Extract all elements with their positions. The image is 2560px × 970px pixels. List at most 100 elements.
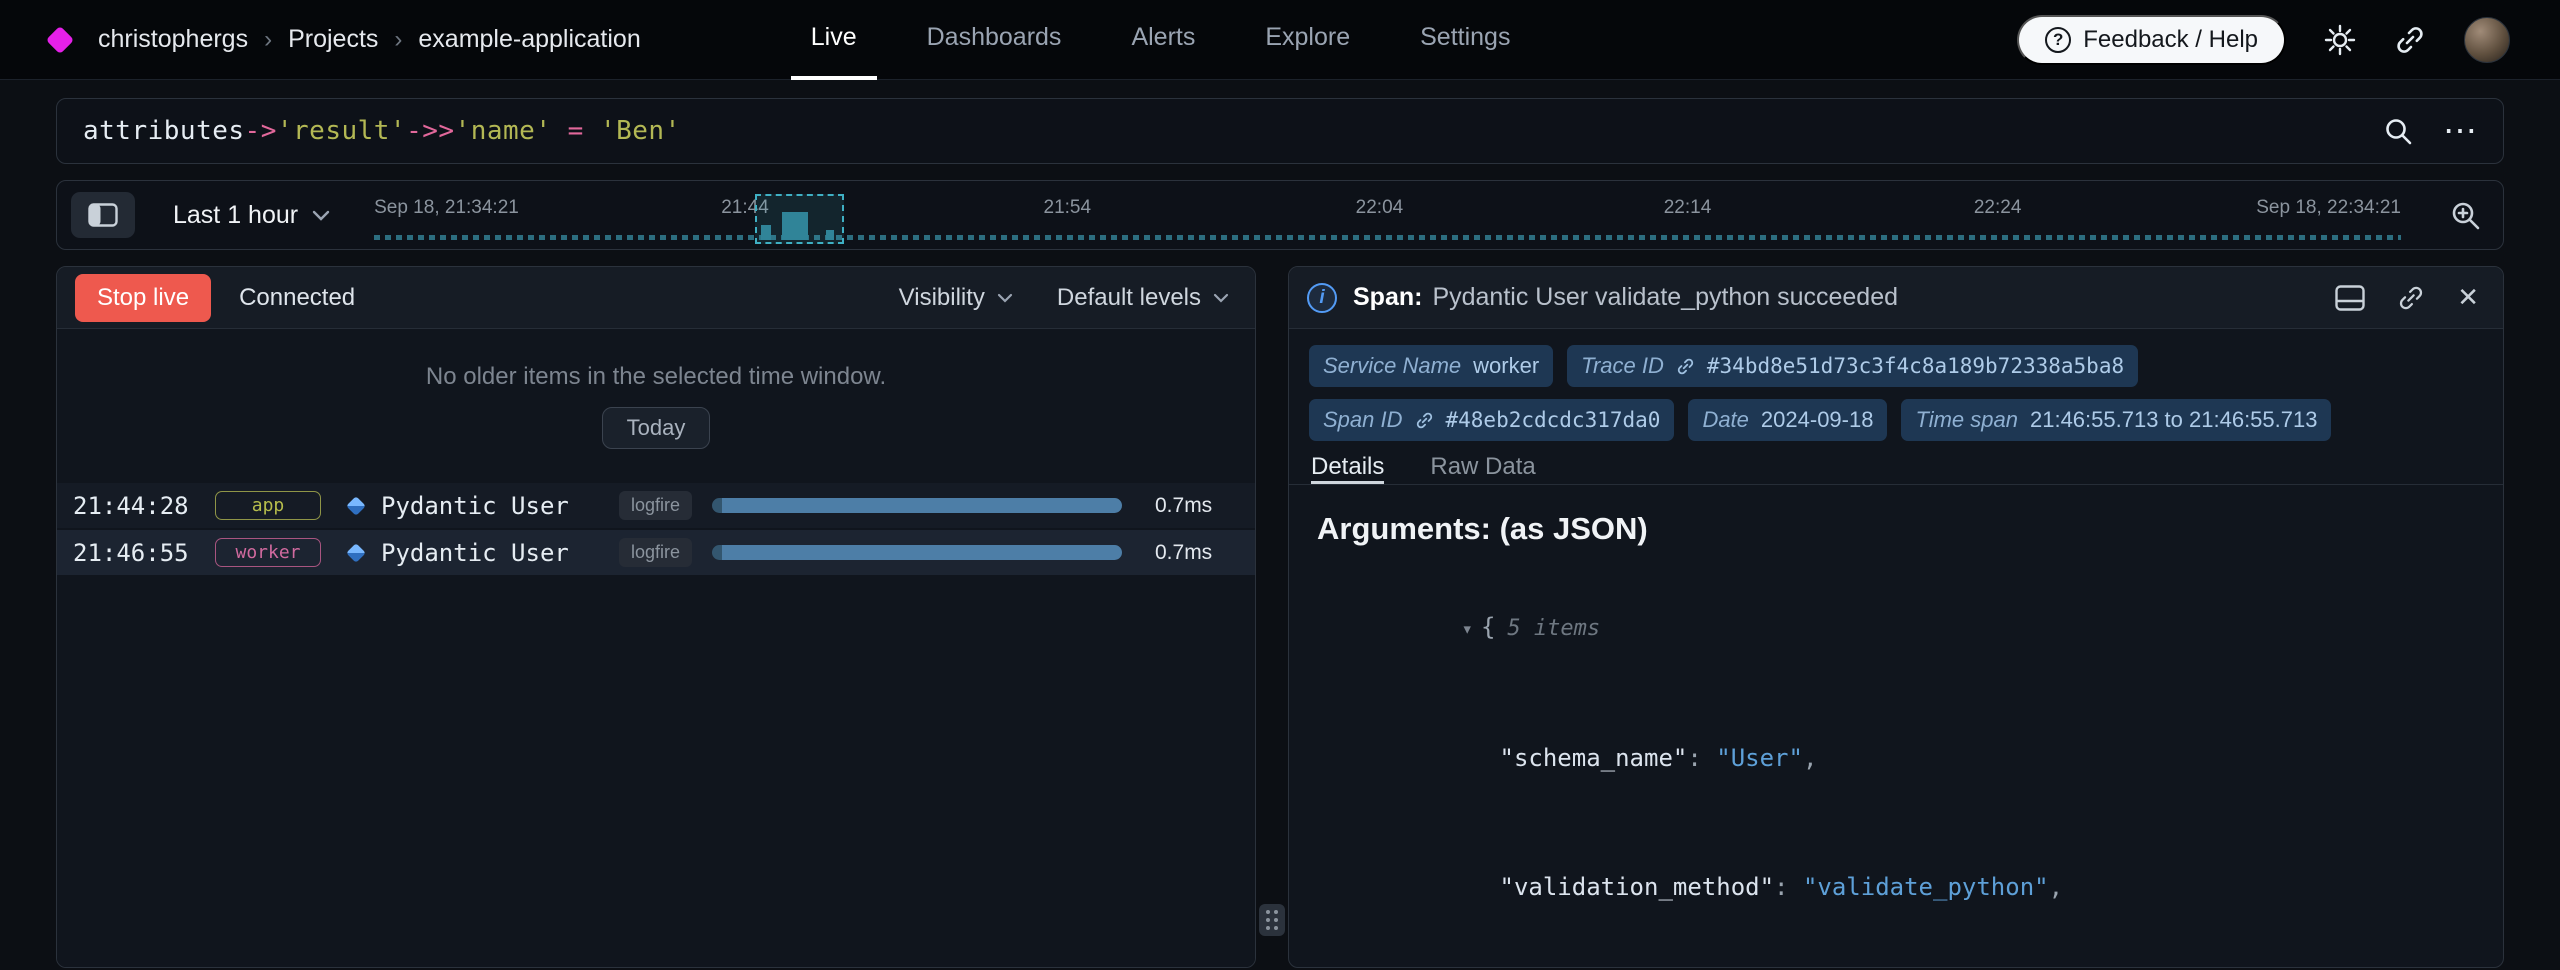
- breadcrumb-projects[interactable]: Projects: [288, 25, 378, 54]
- collapse-caret-icon[interactable]: ▾: [1462, 608, 1473, 651]
- time-span-chip: Time span 21:46:55.713 to 21:46:55.713: [1901, 399, 2331, 441]
- stop-live-button[interactable]: Stop live: [75, 274, 211, 322]
- query-token: ->: [245, 116, 277, 146]
- date-chip: Date 2024-09-18: [1688, 399, 1887, 441]
- sidebar-toggle-button[interactable]: [71, 192, 135, 238]
- timeline-strip[interactable]: Sep 18, 21:34:21 21:44 21:54 22:04 22:14…: [374, 181, 2401, 249]
- time-range-selector[interactable]: Last 1 hour: [173, 201, 330, 230]
- chip-value: worker: [1473, 353, 1539, 379]
- service-tag: worker: [215, 538, 321, 567]
- tab-details[interactable]: Details: [1311, 453, 1384, 484]
- visibility-dropdown[interactable]: Visibility: [899, 284, 1013, 312]
- breadcrumb-project-name[interactable]: example-application: [418, 25, 640, 54]
- timeline-tick: 22:04: [1356, 197, 1404, 219]
- span-title: Pydantic User: [381, 539, 619, 567]
- default-levels-dropdown[interactable]: Default levels: [1057, 284, 1229, 312]
- span-id-chip[interactable]: Span ID #48eb2cdcdc317da0: [1309, 399, 1674, 441]
- query-token: attributes: [83, 116, 245, 146]
- query-token: =: [551, 116, 599, 146]
- brand-logo-icon[interactable]: [46, 25, 74, 53]
- breadcrumb: christophergs › Projects › example-appli…: [98, 25, 641, 54]
- tab-alerts[interactable]: Alerts: [1111, 0, 1215, 80]
- tab-settings[interactable]: Settings: [1400, 0, 1530, 80]
- top-nav: christophergs › Projects › example-appli…: [0, 0, 2560, 80]
- timeline-selection[interactable]: [755, 194, 844, 244]
- span-label: Span:: [1353, 283, 1422, 311]
- trace-id-chip[interactable]: Trace ID #34bd8e51d73c3f4c8a189b72338a5b…: [1567, 345, 2138, 387]
- span-name: Pydantic User validate_python succeeded: [1432, 283, 1898, 311]
- question-icon: ?: [2045, 27, 2071, 53]
- chip-label: Trace ID: [1581, 353, 1664, 379]
- tab-explore[interactable]: Explore: [1245, 0, 1370, 80]
- chip-label: Service Name: [1323, 353, 1461, 379]
- theme-toggle-icon[interactable]: [2324, 24, 2356, 56]
- span-metadata-chips: Service Name worker Trace ID #34bd8e51d7…: [1289, 329, 2503, 445]
- info-icon: i: [1307, 283, 1337, 313]
- live-feed-header: Stop live Connected Visibility Default l…: [57, 267, 1255, 329]
- chip-value: #34bd8e51d73c3f4c8a189b72338a5ba8: [1707, 354, 2124, 378]
- timeline-bar: Last 1 hour Sep 18, 21:34:21 21:44 21:54…: [56, 180, 2504, 250]
- copy-link-icon[interactable]: [2397, 284, 2425, 312]
- dock-panel-icon[interactable]: [2335, 285, 2365, 311]
- span-rows: 21:44:28 app Pydantic User logfire 0.7ms…: [57, 483, 1255, 575]
- visibility-label: Visibility: [899, 284, 985, 312]
- timeline-activity-ruler: [374, 235, 2401, 240]
- link-icon: [1676, 357, 1695, 376]
- share-link-icon[interactable]: [2394, 24, 2426, 56]
- default-levels-label: Default levels: [1057, 284, 1201, 312]
- timeline-tick: Sep 18, 22:34:21: [2256, 197, 2401, 219]
- panel-resize-handle[interactable]: [1259, 904, 1285, 936]
- span-detail-panel: i Span: Pydantic User validate_python suc…: [1288, 266, 2504, 968]
- query-token: ->>: [406, 116, 454, 146]
- search-icon[interactable]: [2383, 116, 2413, 146]
- live-feed-body: No older items in the selected time wind…: [57, 329, 1255, 967]
- span-kind-icon: [346, 496, 366, 516]
- span-time: 21:44:28: [73, 492, 201, 520]
- query-token: 'result': [277, 116, 406, 146]
- service-tag: app: [215, 491, 321, 520]
- feedback-help-button[interactable]: ? Feedback / Help: [2017, 15, 2286, 65]
- breadcrumb-separator-icon: ›: [264, 26, 272, 54]
- chip-value: 21:46:55.713 to 21:46:55.713: [2030, 407, 2317, 433]
- timeline-tick: 22:24: [1974, 197, 2022, 219]
- link-icon: [1415, 411, 1434, 430]
- span-detail-header: i Span: Pydantic User validate_python suc…: [1289, 267, 2503, 329]
- tab-live[interactable]: Live: [791, 0, 877, 80]
- span-kind-icon: [346, 543, 366, 563]
- json-line: "schema_name": "User",: [1317, 694, 2475, 823]
- zoom-in-icon[interactable]: [2449, 199, 2481, 231]
- chip-value: #48eb2cdcdc317da0: [1446, 408, 1661, 432]
- close-icon[interactable]: ✕: [2457, 282, 2479, 313]
- json-line: ▾{5 items: [1317, 563, 2475, 694]
- scope-badge: logfire: [619, 538, 692, 567]
- tab-raw-data[interactable]: Raw Data: [1430, 453, 1535, 484]
- query-more-menu-icon[interactable]: ⋯: [2443, 121, 2477, 141]
- breadcrumb-separator-icon: ›: [394, 26, 402, 54]
- json-line: "validation_method": "validate_python",: [1317, 823, 2475, 952]
- scope-badge: logfire: [619, 491, 692, 520]
- chip-label: Date: [1702, 407, 1748, 433]
- chevron-down-icon: [312, 210, 330, 221]
- today-button[interactable]: Today: [602, 407, 711, 449]
- span-time: 21:46:55: [73, 539, 201, 567]
- user-avatar[interactable]: [2464, 17, 2510, 63]
- timeline-tick: Sep 18, 21:34:21: [374, 197, 519, 219]
- json-line: ▾"input_data": {3 items: [1317, 952, 2475, 967]
- span-row[interactable]: 21:44:28 app Pydantic User logfire 0.7ms: [57, 483, 1255, 528]
- arguments-heading: Arguments: (as JSON): [1317, 511, 2475, 547]
- nav-right-cluster: ? Feedback / Help: [2017, 15, 2510, 65]
- breadcrumb-org[interactable]: christophergs: [98, 25, 248, 54]
- duration-bar: [712, 545, 1135, 560]
- json-tree: ▾{5 items "schema_name": "User", "valida…: [1317, 563, 2475, 967]
- time-range-label: Last 1 hour: [173, 201, 298, 230]
- empty-window-message: No older items in the selected time wind…: [57, 363, 1255, 391]
- timeline-tick: 21:54: [1044, 197, 1092, 219]
- main-nav: Live Dashboards Alerts Explore Settings: [791, 0, 1531, 80]
- tab-dashboards[interactable]: Dashboards: [907, 0, 1082, 80]
- service-name-chip: Service Name worker: [1309, 345, 1553, 387]
- query-token: 'Ben': [600, 116, 681, 146]
- feedback-help-label: Feedback / Help: [2083, 26, 2258, 54]
- span-row[interactable]: 21:46:55 worker Pydantic User logfire 0.…: [57, 530, 1255, 575]
- query-input[interactable]: attributes->'result'->>'name' = 'Ben': [83, 116, 2383, 146]
- chevron-down-icon: [997, 293, 1013, 303]
